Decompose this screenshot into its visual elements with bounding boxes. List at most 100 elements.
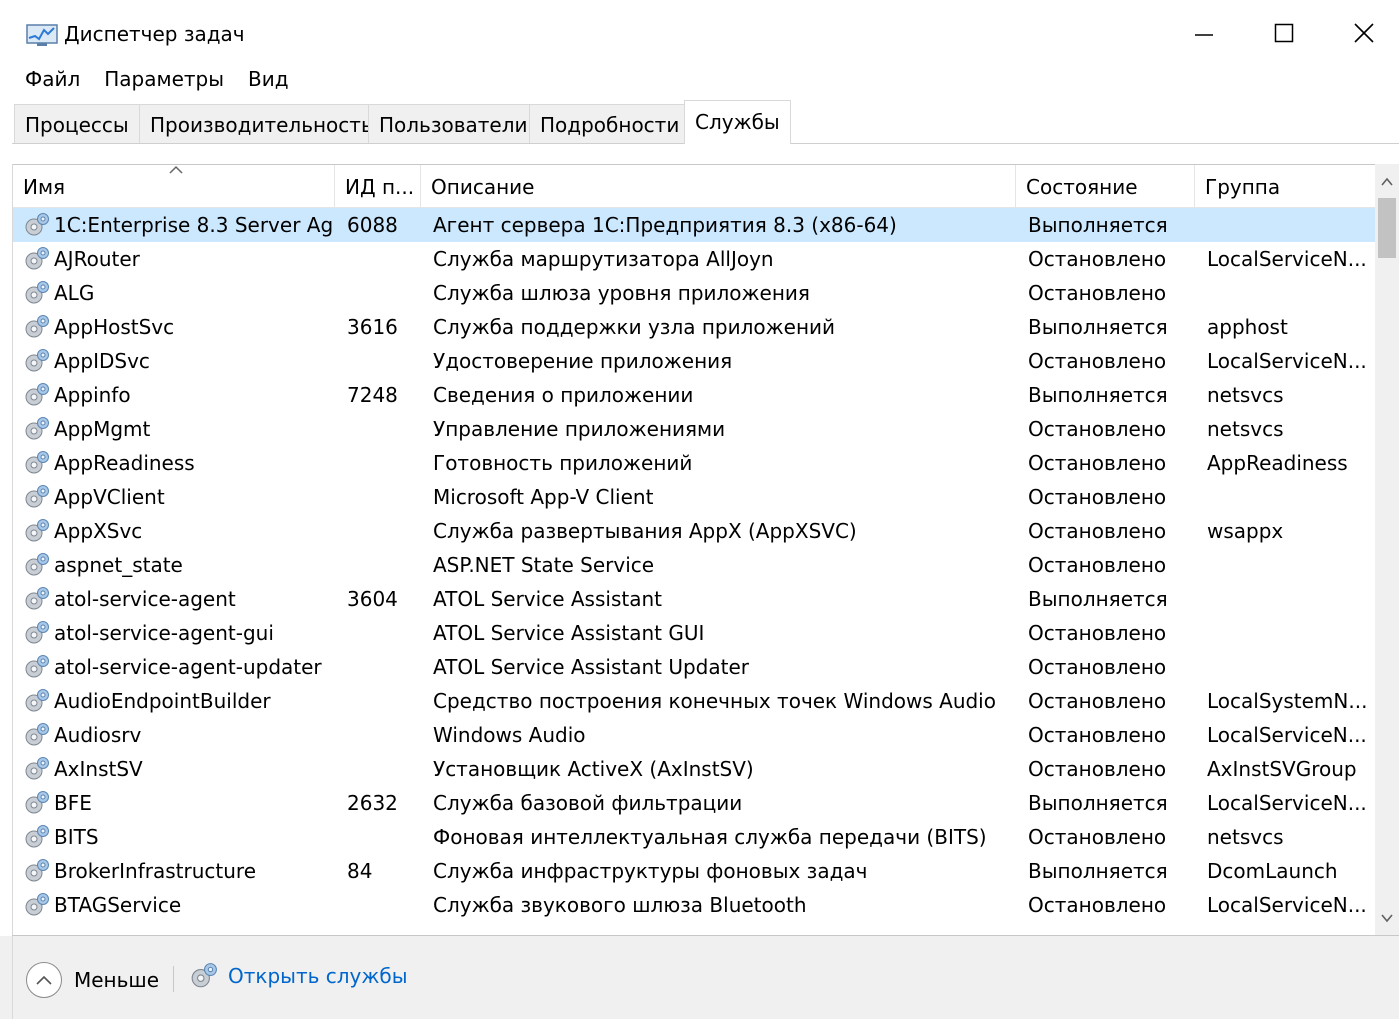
- service-name: BITS: [54, 825, 99, 849]
- service-pid: [347, 344, 421, 378]
- table-row[interactable]: AppReadiness Готовность приложений Останов…: [13, 446, 1375, 480]
- menu-view[interactable]: Вид: [236, 62, 301, 96]
- vertical-scrollbar[interactable]: [1375, 164, 1399, 935]
- table-row[interactable]: AppMgmt Управление приложениями Остановлен…: [13, 412, 1375, 446]
- tab-performance[interactable]: Производительность: [139, 104, 384, 144]
- task-manager-icon: [26, 24, 58, 46]
- table-row[interactable]: atol-service-agent-gui ATOL Service Assis…: [13, 616, 1375, 650]
- service-status: Остановлено: [1028, 281, 1167, 305]
- service-pid: [347, 684, 421, 718]
- service-status: Выполняется: [1028, 587, 1168, 611]
- service-pid: [347, 242, 421, 276]
- service-description: Служба инфраструктуры фоновых задач: [433, 859, 868, 883]
- scroll-up-icon[interactable]: [1379, 174, 1395, 190]
- service-group: netsvcs: [1207, 825, 1284, 849]
- service-name: AxInstSV: [54, 757, 143, 781]
- service-description: ATOL Service Assistant: [433, 587, 662, 611]
- fewer-details-button[interactable]: Меньше: [26, 962, 159, 998]
- service-status: Выполняется: [1028, 213, 1168, 237]
- table-row[interactable]: BITS Фоновая интеллектуальная служба пере…: [13, 820, 1375, 854]
- table-row[interactable]: atol-service-agent-updater ATOL Service A…: [13, 650, 1375, 684]
- tab-users[interactable]: Пользователи: [368, 104, 539, 144]
- table-header: Имя ИД п... Описание Состояние Группа: [13, 164, 1375, 208]
- service-status: Остановлено: [1028, 621, 1167, 645]
- open-services-link[interactable]: Открыть службы: [188, 962, 408, 990]
- scrollbar-thumb[interactable]: [1378, 198, 1396, 258]
- tab-details[interactable]: Подробности: [529, 104, 691, 144]
- service-name: aspnet_state: [54, 553, 183, 577]
- window-title: Диспетчер задач: [64, 22, 245, 46]
- service-description: Служба звукового шлюза Bluetooth: [433, 893, 807, 917]
- title-bar[interactable]: Диспетчер задач: [0, 0, 1399, 66]
- table-row[interactable]: Appinfo 7248 Сведения о приложении Выполняе…: [13, 378, 1375, 412]
- table-row[interactable]: aspnet_state ASP.NET State Service Останов…: [13, 548, 1375, 582]
- chevron-up-circle-icon: [26, 962, 62, 998]
- close-button[interactable]: [1324, 10, 1399, 56]
- table-row[interactable]: AppIDSvc Удостоверение приложения Остановл…: [13, 344, 1375, 378]
- column-header-name[interactable]: Имя: [13, 165, 335, 208]
- service-description: Служба базовой фильтрации: [433, 791, 743, 815]
- service-status: Остановлено: [1028, 655, 1167, 679]
- service-pid: [347, 820, 421, 854]
- minimize-button[interactable]: [1164, 10, 1244, 56]
- service-group: [1207, 276, 1375, 310]
- table-row[interactable]: AudioEndpointBuilder Средство построения …: [13, 684, 1375, 718]
- menu-bar: Файл Параметры Вид: [0, 62, 1399, 96]
- service-name: atol-service-agent-gui: [54, 621, 274, 645]
- table-row[interactable]: Audiosrv Windows Audio Остановлено LocalSer…: [13, 718, 1375, 752]
- service-pid: 84: [347, 859, 373, 883]
- service-status: Остановлено: [1028, 553, 1167, 577]
- column-name-label: Имя: [23, 175, 66, 199]
- table-row[interactable]: 1C:Enterprise 8.3 Server Ag... 6088 Агент …: [13, 208, 1375, 242]
- service-name: Audiosrv: [54, 723, 142, 747]
- table-row[interactable]: AppXSvc Служба развертывания AppX (AppXSV…: [13, 514, 1375, 548]
- service-pid: [347, 412, 421, 446]
- table-row[interactable]: BTAGService Служба звукового шлюза Blueto…: [13, 888, 1375, 922]
- table-row[interactable]: AxInstSV Установщик ActiveX (AxInstSV) Ост…: [13, 752, 1375, 786]
- column-header-description[interactable]: Описание: [421, 165, 1016, 208]
- table-row[interactable]: AJRouter Служба маршрутизатора AllJoyn Ост…: [13, 242, 1375, 276]
- service-status: Остановлено: [1028, 723, 1167, 747]
- service-pid: 2632: [347, 791, 398, 815]
- service-name: atol-service-agent-updater: [54, 655, 322, 679]
- service-description: ATOL Service Assistant GUI: [433, 621, 705, 645]
- table-row[interactable]: AppHostSvc 3616 Служба поддержки узла прил…: [13, 310, 1375, 344]
- table-row[interactable]: BFE 2632 Служба базовой фильтрации Выполняе…: [13, 786, 1375, 820]
- table-row[interactable]: atol-service-agent 3604 ATOL Service Assis…: [13, 582, 1375, 616]
- tab-processes[interactable]: Процессы: [14, 104, 140, 144]
- service-group: apphost: [1207, 315, 1288, 339]
- column-header-pid[interactable]: ИД п...: [335, 165, 421, 208]
- service-description: Служба маршрутизатора AllJoyn: [433, 247, 774, 271]
- service-pid: [347, 446, 421, 480]
- service-group: AxInstSVGroup: [1207, 757, 1357, 781]
- table-row[interactable]: AppVClient Microsoft App-V Client Остановл…: [13, 480, 1375, 514]
- table-row[interactable]: BrokerInfrastructure 84 Служба инфраструкт…: [13, 854, 1375, 888]
- footer-divider: [173, 966, 174, 992]
- service-status: Остановлено: [1028, 349, 1167, 373]
- service-name: AppIDSvc: [54, 349, 150, 373]
- services-gear-icon: [191, 963, 217, 988]
- service-pid: [347, 616, 421, 650]
- scroll-down-icon[interactable]: [1379, 910, 1395, 926]
- service-status: Выполняется: [1028, 383, 1168, 407]
- service-status: Остановлено: [1028, 519, 1167, 543]
- table-row[interactable]: ALG Служба шлюза уровня приложения Останов…: [13, 276, 1375, 310]
- tab-services[interactable]: Службы: [684, 100, 791, 144]
- fewer-details-label: Меньше: [74, 968, 160, 992]
- column-header-status[interactable]: Состояние: [1016, 165, 1195, 208]
- service-group: LocalServiceN...: [1207, 349, 1367, 373]
- service-group: [1207, 650, 1375, 684]
- maximize-button[interactable]: [1244, 10, 1324, 56]
- service-name: AppMgmt: [54, 417, 151, 441]
- service-description: Microsoft App-V Client: [433, 485, 654, 509]
- service-pid: [347, 650, 421, 684]
- menu-options[interactable]: Параметры: [92, 62, 236, 96]
- service-group: [1207, 582, 1375, 616]
- service-pid: [347, 752, 421, 786]
- service-status: Остановлено: [1028, 247, 1167, 271]
- column-header-group[interactable]: Группа: [1195, 165, 1375, 208]
- service-group: [1207, 548, 1375, 582]
- menu-file[interactable]: Файл: [0, 62, 92, 96]
- service-group: [1207, 616, 1375, 650]
- service-name: AppReadiness: [54, 451, 195, 475]
